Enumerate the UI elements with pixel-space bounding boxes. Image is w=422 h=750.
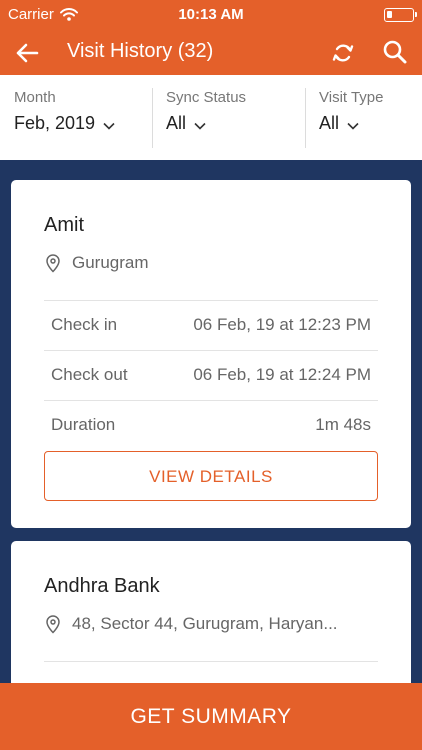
- visit-type-filter-value[interactable]: All: [319, 113, 359, 134]
- visit-type-filter-label: Visit Type: [319, 89, 384, 106]
- chevron-down-icon: [194, 122, 206, 130]
- visit-card[interactable]: Andhra Bank 48, Sector 44, Gurugram, Har…: [11, 541, 411, 701]
- check-in-value: 06 Feb, 19 at 12:23 PM: [193, 315, 371, 334]
- month-filter-text: Feb, 2019: [14, 113, 96, 133]
- visit-name: Amit: [44, 214, 84, 236]
- sync-status-filter-label: Sync Status: [166, 89, 247, 106]
- check-in-label: Check in: [51, 315, 118, 334]
- filter-divider: [152, 88, 153, 148]
- status-bar: Carrier 10:13 AM: [0, 0, 422, 30]
- visit-location: 48, Sector 44, Gurugram, Haryan...: [44, 614, 338, 634]
- visit-location-text: Gurugram: [72, 253, 149, 272]
- check-out-row: Check out 06 Feb, 19 at 12:24 PM: [44, 350, 378, 400]
- visit-card[interactable]: Amit Gurugram Check in 06 Feb, 19 at 12:…: [11, 180, 411, 528]
- arrow-left-icon[interactable]: [12, 38, 42, 68]
- check-out-label: Check out: [51, 365, 128, 384]
- visit-location: Gurugram: [44, 253, 149, 273]
- chevron-down-icon: [347, 122, 359, 130]
- check-in-row: Check in 06 Feb, 19 at 12:23 PM: [44, 300, 378, 350]
- battery-icon: [384, 8, 417, 22]
- location-pin-icon: [46, 615, 60, 634]
- sync-status-filter-text: All: [166, 113, 187, 133]
- visit-location-text: 48, Sector 44, Gurugram, Haryan...: [72, 614, 338, 633]
- sync-icon[interactable]: [328, 38, 358, 68]
- status-time: 10:13 AM: [178, 6, 244, 23]
- search-icon[interactable]: [380, 37, 410, 67]
- visit-type-filter-text: All: [319, 113, 340, 133]
- sync-status-filter-value[interactable]: All: [166, 113, 206, 134]
- view-details-button[interactable]: VIEW DETAILS: [44, 451, 378, 501]
- chevron-down-icon: [103, 122, 115, 130]
- duration-label: Duration: [51, 415, 116, 434]
- get-summary-button[interactable]: GET SUMMARY: [0, 683, 422, 750]
- visit-name: Andhra Bank: [44, 575, 160, 597]
- month-filter-label: Month: [14, 89, 56, 106]
- month-filter-value[interactable]: Feb, 2019: [14, 113, 115, 134]
- filter-divider: [305, 88, 306, 148]
- page-title: Visit History (32): [67, 40, 214, 62]
- duration-row: Duration 1m 48s: [44, 400, 378, 450]
- filter-bar: Month Feb, 2019 Sync Status All Visit Ty…: [0, 75, 422, 160]
- location-pin-icon: [46, 254, 60, 273]
- app-bar: Visit History (32): [0, 30, 422, 75]
- duration-value: 1m 48s: [315, 415, 371, 434]
- check-out-value: 06 Feb, 19 at 12:24 PM: [193, 365, 371, 384]
